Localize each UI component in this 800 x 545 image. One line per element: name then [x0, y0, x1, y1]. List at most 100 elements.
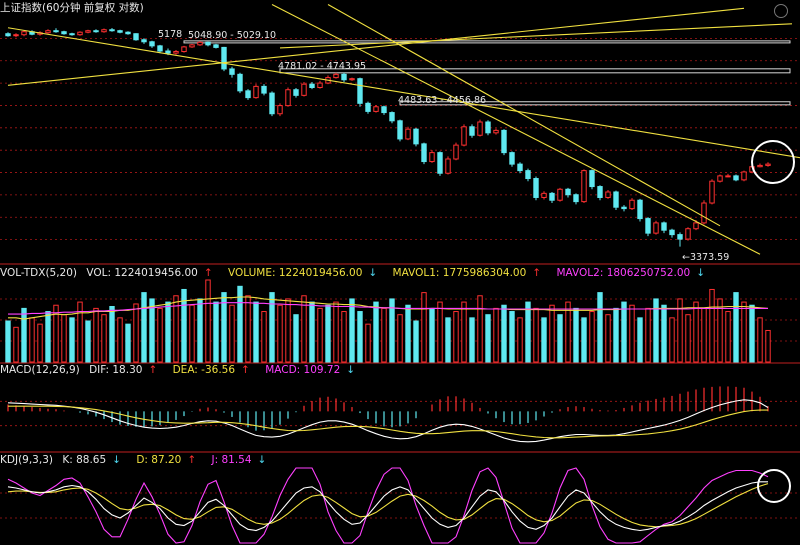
candle-body: [141, 39, 147, 43]
candle-body: [205, 41, 211, 46]
volume-bar: [733, 292, 739, 363]
volume-bar: [269, 292, 275, 363]
candle-body: [125, 31, 131, 35]
candle-body: [253, 85, 259, 99]
candle-body: [525, 170, 531, 180]
candle-body: [493, 129, 499, 134]
candle-body: [317, 82, 323, 89]
candle-body: [765, 163, 771, 166]
price-label-low-value: 3373.59: [689, 252, 730, 263]
candle-body: [589, 170, 595, 188]
price-label-top: 5178: [158, 29, 183, 40]
candle-body: [181, 46, 187, 53]
volume-bar: [645, 307, 651, 363]
volume-bar: [709, 288, 715, 363]
candle-body: [669, 229, 675, 236]
volume-bar: [69, 317, 75, 363]
d-value-text: D: 87.20: [136, 454, 182, 466]
arrow-down-icon: ↓: [112, 454, 121, 466]
candle-body: [605, 191, 611, 198]
price-label-range3: 4483.63 - 4456.86: [398, 95, 487, 106]
candle-body: [693, 222, 699, 230]
candle-body: [557, 188, 563, 201]
candle-body: [581, 170, 587, 203]
dea-value-text: DEA: -36.56: [172, 364, 236, 376]
vol-value-text: VOL: 1224019456.00: [86, 267, 198, 279]
volume-bar: [757, 317, 763, 363]
candle-body: [53, 30, 59, 33]
trendline-0: [7, 7, 745, 86]
candle-body: [333, 73, 339, 79]
candle-body: [349, 78, 355, 81]
volume-value-text: VOLUME: 1224019456.00: [228, 267, 363, 279]
volume-bar: [93, 307, 99, 363]
volume-bar: [701, 307, 707, 363]
dif-value-text: DIF: 18.30: [89, 364, 143, 376]
price-label-low: ←3373.59: [682, 252, 730, 263]
volume-bar: [525, 301, 531, 363]
volume-bar: [261, 311, 267, 363]
arrow-down-icon: ↓: [257, 454, 267, 466]
volume-bar: [749, 304, 755, 363]
candle-body: [293, 89, 299, 96]
k-value: K: 88.65 ↓: [62, 454, 127, 466]
candle-body: [389, 112, 395, 122]
volume-bar: [117, 317, 123, 363]
candle-body: [5, 33, 11, 37]
volume-bar: [333, 301, 339, 363]
volume-bar: [397, 314, 403, 363]
volume-bar: [109, 305, 115, 363]
candle-body: [469, 126, 475, 136]
highlight-circle-kdj: [757, 469, 791, 503]
volume-bar: [5, 320, 11, 363]
candle-body: [429, 152, 435, 163]
volume-bar: [421, 292, 427, 363]
volume-bar: [21, 307, 27, 363]
volume-bar: [693, 301, 699, 363]
candle-body: [61, 31, 67, 35]
mavol2-value: MAVOL2: 1806250752.00 ↓: [556, 267, 711, 279]
arrow-up-icon: ↑: [148, 364, 158, 376]
candle-body: [397, 120, 403, 140]
kdj-d-line: [7, 483, 769, 528]
candle-body: [93, 30, 99, 33]
candle-body: [381, 106, 387, 114]
volume-bar: [61, 314, 67, 363]
volume-bar: [453, 311, 459, 363]
candle-body: [637, 199, 643, 220]
volume-bar: [381, 307, 387, 363]
candle-body: [445, 158, 451, 174]
candle-body: [701, 202, 707, 224]
candle-body: [117, 30, 123, 33]
kdj-indicator-name: KDJ(9,3,3): [0, 454, 53, 466]
volume-bar: [509, 311, 515, 363]
volume-bar: [13, 326, 19, 363]
candle-body: [405, 128, 411, 140]
arrow-down-icon: ↓: [346, 364, 356, 376]
candle-body: [229, 68, 235, 75]
candle-body: [261, 85, 267, 94]
kdj-j-line: [7, 467, 769, 544]
chart-title: 上证指数(60分钟 前复权 对数): [0, 2, 144, 14]
volume-bar: [325, 304, 331, 363]
volume-bar: [253, 301, 259, 363]
candle-body: [365, 102, 371, 112]
arrow-up-icon: ↑: [187, 454, 197, 466]
candle-body: [45, 30, 51, 34]
volume-bar: [205, 279, 211, 363]
window-control-icon[interactable]: [774, 4, 788, 18]
candle-body: [269, 92, 275, 115]
volume-bar: [477, 295, 483, 363]
candle-body: [197, 41, 203, 46]
candle-body: [413, 128, 419, 145]
volume-bar: [629, 304, 635, 363]
arrow-down-icon: ↓: [368, 267, 378, 279]
candle-body: [501, 129, 507, 154]
candle-body: [237, 73, 243, 92]
candle-body: [461, 126, 467, 146]
mavol1-value-text: MAVOL1: 1775986304.00: [392, 267, 527, 279]
macd-header: MACD(12,26,9) DIF: 18.30 ↑ DEA: -36.56 ↑ M…: [0, 363, 367, 377]
dea-value: DEA: -36.56 ↑: [173, 364, 256, 376]
volume-bar: [309, 301, 315, 363]
volume-bar: [637, 317, 643, 363]
